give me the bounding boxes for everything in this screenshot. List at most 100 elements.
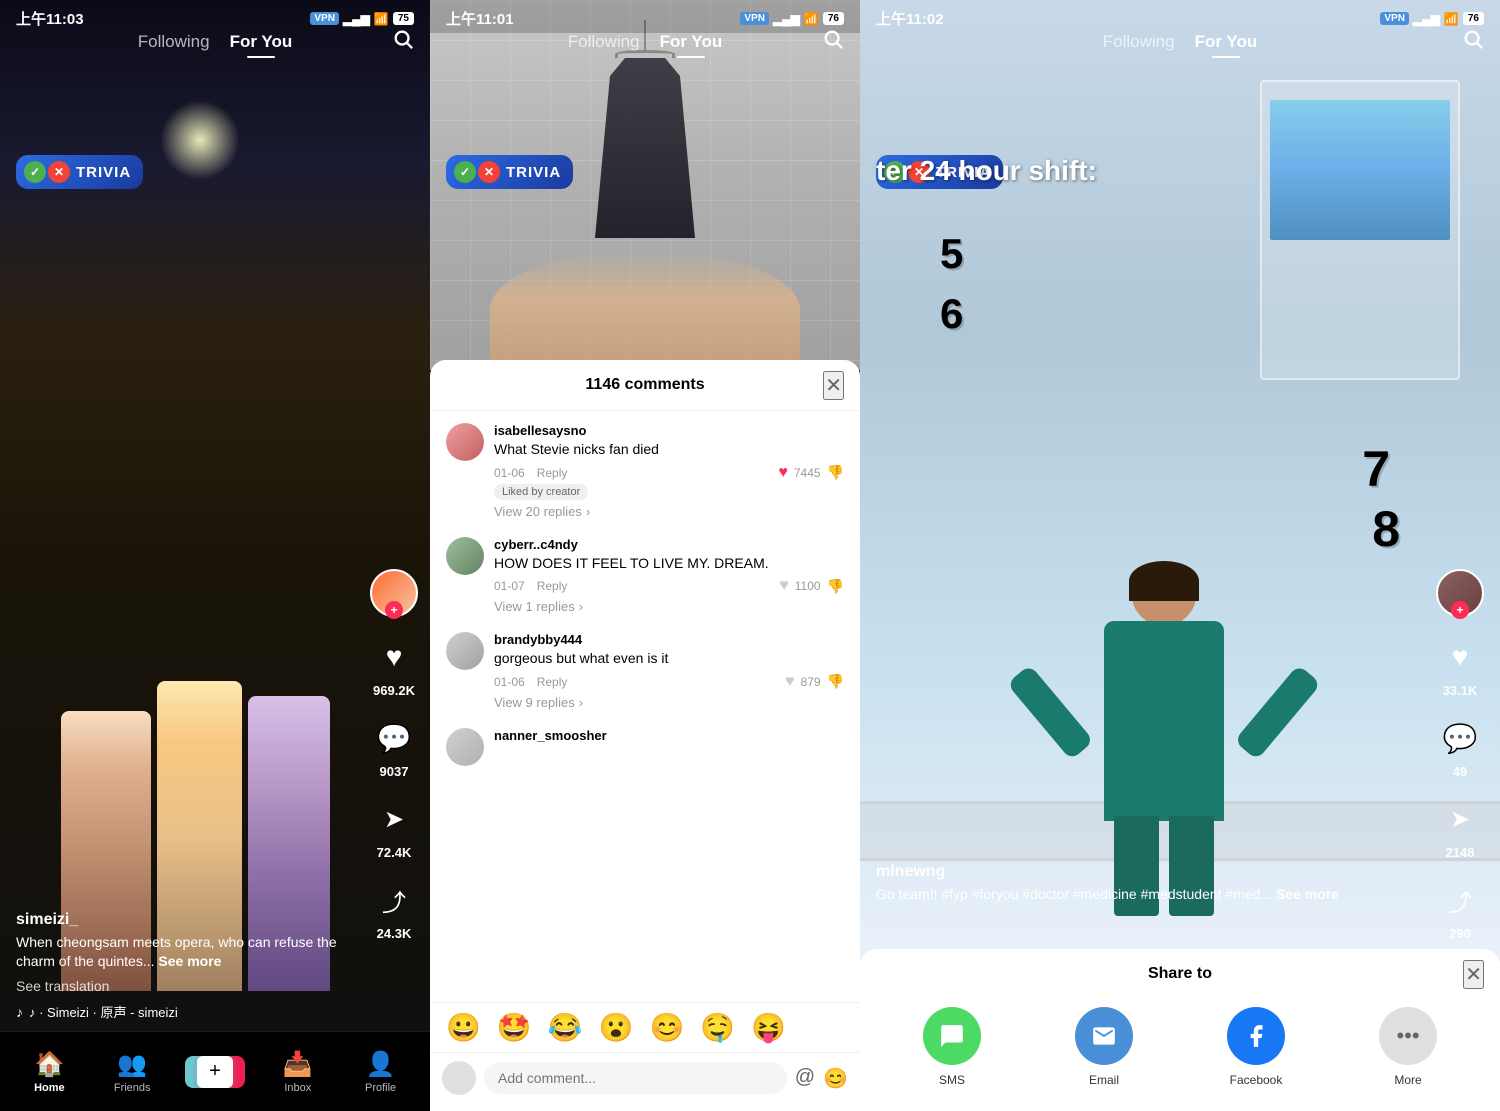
follow-plus-right[interactable]: + [1451, 601, 1469, 619]
share-more[interactable]: ••• More [1379, 1007, 1437, 1087]
comments-count: 1146 comments [585, 376, 704, 394]
email-label: Email [1089, 1073, 1119, 1087]
share-count-left: 72.4K [377, 845, 412, 860]
music-text: ♪ · Simeizi · 原声 - simeizi [29, 1002, 178, 1021]
emoji-laugh[interactable]: 😂 [548, 1011, 583, 1044]
reply-button-2[interactable]: Reply [537, 579, 568, 593]
battery-center: 76 [823, 12, 844, 25]
nav-profile-left[interactable]: 👤 Profile [351, 1050, 411, 1094]
dislike-icon-3[interactable]: 👎 [827, 673, 844, 690]
avatar-container[interactable]: + [370, 569, 418, 617]
commenter-avatar-3[interactable] [446, 632, 484, 670]
comment-item-3: brandybby444 gorgeous but what even is i… [446, 632, 844, 710]
comment-item-2: cyberr..c4ndy HOW DOES IT FEEL TO LIVE M… [446, 537, 844, 615]
reply-button-1[interactable]: Reply [537, 466, 568, 480]
like-button-left[interactable]: ♥ 969.2K [372, 635, 416, 698]
video-top-center: 上午11:01 VPN ▂▄▆ 📶 76 Following For You [430, 0, 860, 370]
nav-add[interactable]: + [185, 1056, 245, 1088]
username-left[interactable]: simeizi_ [16, 911, 370, 929]
trivia-sticker-left[interactable]: ✓ ✕ TRIVIA [16, 155, 143, 189]
for-you-tab-left[interactable]: For You [230, 32, 293, 52]
trivia-check-icon: ✓ [24, 161, 46, 183]
save-button-left[interactable]: ⤴ 24.3K [372, 878, 416, 941]
emoji-tongue[interactable]: 😝 [751, 1011, 786, 1044]
following-tab-left[interactable]: Following [138, 32, 210, 52]
search-button-center[interactable] [822, 28, 844, 56]
commenter-avatar-2[interactable] [446, 537, 484, 575]
see-more-right[interactable]: See more [1276, 886, 1339, 902]
vpn-badge: VPN [310, 12, 339, 25]
close-share-button[interactable]: ✕ [1463, 960, 1484, 989]
commenter-avatar-4[interactable] [446, 728, 484, 766]
emoji-picker-icon[interactable]: 😊 [823, 1066, 848, 1091]
like-icon-1[interactable]: ♥ [778, 464, 788, 482]
view-replies-3[interactable]: View 9 replies › [494, 695, 844, 710]
comment-likes-1: ♥ 7445 👎 [778, 464, 844, 482]
share-facebook[interactable]: Facebook [1227, 1007, 1285, 1087]
view-replies-1[interactable]: View 20 replies › [494, 504, 844, 519]
nav-inbox-left[interactable]: 📥 Inbox [268, 1050, 328, 1094]
reply-button-3[interactable]: Reply [537, 675, 568, 689]
comment-item: isabellesaysno What Stevie nicks fan die… [446, 423, 844, 519]
follow-plus[interactable]: + [385, 601, 403, 619]
commenter-name-2[interactable]: cyberr..c4ndy [494, 537, 844, 552]
search-button-right[interactable] [1462, 28, 1484, 56]
music-note-icon: ♪ [16, 1004, 23, 1020]
nav-home[interactable]: 🏠 Home [19, 1050, 79, 1094]
like-icon-3[interactable]: ♥ [785, 673, 795, 691]
after-shift-text: ter 24 hour shift: [876, 155, 1097, 186]
wifi-icon-right: 📶 [1444, 12, 1459, 26]
trivia-sticker-center[interactable]: ✓ ✕ TRIVIA [446, 155, 573, 189]
vpn-badge-center: VPN [740, 12, 769, 25]
status-bar-center: 上午11:01 VPN ▂▄▆ 📶 76 [430, 0, 860, 33]
dislike-icon-1[interactable]: 👎 [827, 464, 844, 481]
search-button-left[interactable] [392, 28, 414, 56]
for-you-tab-right[interactable]: For You [1195, 32, 1258, 52]
wifi-icon: 📶 [374, 12, 389, 26]
nav-friends[interactable]: 👥 Friends [102, 1050, 162, 1094]
comment-input-field[interactable] [484, 1062, 787, 1094]
like-button-right[interactable]: ♥ 33.1K [1438, 635, 1482, 698]
avatar-container-right[interactable]: + [1436, 569, 1484, 617]
panel-left: 上午11:03 VPN ▂▄▆ 📶 75 Following For You [0, 0, 430, 1111]
comments-list[interactable]: isabellesaysno What Stevie nicks fan die… [430, 411, 860, 1002]
comment-body-4: nanner_smoosher [494, 728, 844, 766]
view-replies-2[interactable]: View 1 replies › [494, 599, 844, 614]
like-icon-2[interactable]: ♥ [779, 577, 789, 595]
for-you-tab-center[interactable]: For You [660, 32, 723, 52]
commenter-name-1[interactable]: isabellesaysno [494, 423, 844, 438]
emoji-drool[interactable]: 🤤 [700, 1011, 735, 1044]
close-comments-button[interactable]: ✕ [823, 371, 844, 400]
emoji-grin[interactable]: 😀 [446, 1011, 481, 1044]
home-icon: 🏠 [34, 1050, 64, 1079]
share-button-left[interactable]: ➤ 72.4K [372, 797, 416, 860]
battery: 75 [393, 12, 414, 25]
top-nav-left: Following For You [0, 32, 430, 52]
comment-button-left[interactable]: 💬 9037 [372, 716, 416, 779]
trivia-label-center: TRIVIA [506, 164, 561, 181]
see-more-left[interactable]: See more [158, 953, 221, 969]
add-post-button[interactable]: + [191, 1056, 239, 1088]
share-sms[interactable]: SMS [923, 1007, 981, 1087]
at-icon[interactable]: @ [795, 1066, 815, 1091]
comment-body-1: isabellesaysno What Stevie nicks fan die… [494, 423, 844, 519]
following-tab-right[interactable]: Following [1103, 32, 1175, 52]
caption-right: Go team!! #fyp #foryou #doctor #medicine… [876, 885, 1420, 905]
comment-button-right[interactable]: 💬 49 [1438, 716, 1482, 779]
emoji-wow[interactable]: 😮 [599, 1011, 634, 1044]
share-button-right[interactable]: ➤ 2148 [1438, 797, 1482, 860]
see-translation[interactable]: See translation [16, 978, 370, 994]
dislike-icon-2[interactable]: 👎 [827, 578, 844, 595]
emoji-smile[interactable]: 😊 [650, 1011, 685, 1044]
following-tab-center[interactable]: Following [568, 32, 640, 52]
comment-likes-3: ♥ 879 👎 [785, 673, 844, 691]
share-email[interactable]: Email [1075, 1007, 1133, 1087]
username-right[interactable]: mlnewng [876, 863, 1420, 881]
video-text-overlay: ter 24 hour shift: [876, 155, 1097, 187]
signal-icon: ▂▄▆ [343, 12, 370, 26]
commenter-avatar-1[interactable] [446, 423, 484, 461]
commenter-name-3[interactable]: brandybby444 [494, 632, 844, 647]
save-button-right[interactable]: ⤴ 290 [1438, 878, 1482, 941]
commenter-name-4[interactable]: nanner_smoosher [494, 728, 844, 743]
emoji-star-eyes[interactable]: 🤩 [497, 1011, 532, 1044]
